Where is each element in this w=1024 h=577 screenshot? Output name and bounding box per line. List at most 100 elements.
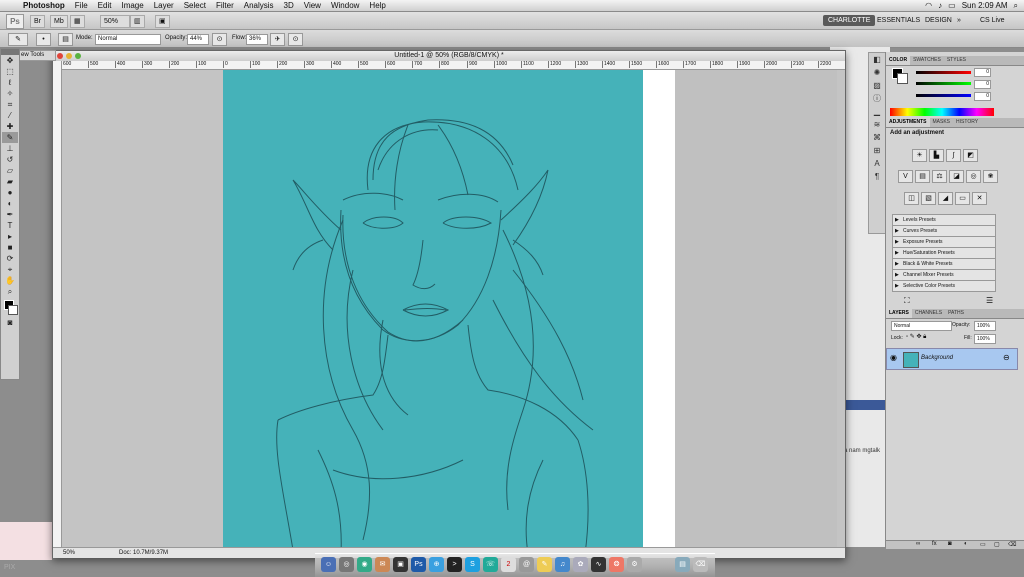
menu-edit[interactable]: Edit	[93, 0, 117, 11]
lasso-icon[interactable]: ℓ	[2, 77, 18, 88]
layer-row-background[interactable]: ◉ Background ⊖	[886, 348, 1018, 370]
zoom-level[interactable]: 50%	[100, 15, 130, 28]
menu-analysis[interactable]: Analysis	[239, 0, 279, 11]
menu-view[interactable]: View	[299, 0, 326, 11]
brush-panel-toggle[interactable]: ▤	[58, 33, 73, 46]
curves-icon[interactable]: ∫	[946, 149, 961, 162]
new-group-icon[interactable]: ▭	[980, 541, 986, 548]
safari-icon[interactable]: ⊕	[429, 557, 444, 572]
mail-icon[interactable]: ✉	[375, 557, 390, 572]
type-icon[interactable]: T	[2, 220, 18, 231]
photoshop-icon[interactable]: Ps	[411, 557, 426, 572]
eraser-icon[interactable]: ▱	[2, 165, 18, 176]
gradient-map-icon[interactable]: ▭	[955, 192, 970, 205]
trash-dock-icon[interactable]: ⌫	[693, 557, 708, 572]
brush-icon[interactable]: ✎	[8, 33, 28, 46]
calendar-icon[interactable]: 2	[501, 557, 516, 572]
tab-adjustments[interactable]: ADJUSTMENTS	[886, 118, 930, 127]
path-select-icon[interactable]: ▸	[2, 231, 18, 242]
tab-layers[interactable]: LAYERS	[886, 309, 912, 318]
slider-green[interactable]	[916, 82, 971, 85]
adjustment-options-icon[interactable]: ☰	[986, 296, 993, 305]
cs-live[interactable]: CS Live	[975, 15, 1010, 26]
zoom-tool-icon[interactable]: ⌕	[2, 286, 18, 297]
menu-help[interactable]: Help	[364, 0, 390, 11]
clock[interactable]: Sun 2:09 AM	[962, 1, 1008, 10]
paragraph-icon[interactable]: ¶	[869, 170, 885, 183]
menu-photoshop[interactable]: Photoshop	[18, 0, 70, 11]
activity-monitor-icon[interactable]: ∿	[591, 557, 606, 572]
airbrush-icon[interactable]: ✈	[270, 33, 285, 46]
layer-mask-icon[interactable]: ◙	[948, 541, 952, 547]
tab-paths[interactable]: PATHS	[945, 309, 967, 318]
brush-tool-icon[interactable]: ✎	[2, 132, 18, 143]
fill-field[interactable]: 100%	[974, 334, 996, 344]
menu-select[interactable]: Select	[179, 0, 211, 11]
zoom-icon[interactable]	[75, 53, 81, 59]
color-background-swatch[interactable]	[897, 73, 908, 84]
skype-icon[interactable]: S	[465, 557, 480, 572]
crop-icon[interactable]: ⌗	[2, 99, 18, 110]
exposure-icon[interactable]: ◩	[963, 149, 978, 162]
more-workspaces[interactable]: »	[952, 15, 966, 26]
quick-select-icon[interactable]: ✧	[2, 88, 18, 99]
swatches-icon[interactable]: ✺	[869, 66, 885, 79]
tab-swatches[interactable]: SWATCHES	[910, 56, 944, 65]
tool-presets-icon[interactable]: ⊞	[869, 144, 885, 157]
selective-color-icon[interactable]: ✕	[972, 192, 987, 205]
slider-red[interactable]	[916, 71, 971, 74]
volume-icon[interactable]: ♪	[938, 1, 942, 10]
value-green[interactable]: 0	[974, 80, 991, 89]
layer-style-icon[interactable]: fx	[932, 541, 937, 547]
layer-opacity-field[interactable]: 100%	[974, 321, 996, 331]
iphoto-icon[interactable]: ✿	[573, 557, 588, 572]
doc-size[interactable]: Doc: 10.7M/9.37M	[119, 548, 168, 558]
black-white-icon[interactable]: ◪	[949, 170, 964, 183]
link-layers-icon[interactable]: ∞	[916, 541, 920, 547]
background-color[interactable]	[8, 305, 18, 315]
status-zoom[interactable]: 50%	[63, 548, 75, 558]
menu-3d[interactable]: 3D	[279, 0, 299, 11]
pen-icon[interactable]: ✒	[2, 209, 18, 220]
clone-source-icon[interactable]: ⌘	[869, 131, 885, 144]
wifi-icon[interactable]: ◠	[925, 1, 932, 10]
histogram-icon[interactable]: ▁	[869, 105, 885, 118]
shape-icon[interactable]: ■	[2, 242, 18, 253]
screen-mode-icon[interactable]: ▣	[155, 15, 170, 28]
info-icon[interactable]: ⓘ	[869, 92, 885, 105]
eye-icon[interactable]: ◉	[890, 353, 897, 362]
gradient-icon[interactable]: ▰	[2, 176, 18, 187]
chrome-icon[interactable]: ◉	[357, 557, 372, 572]
invert-icon[interactable]: ◫	[904, 192, 919, 205]
applications-folder-icon[interactable]: ▤	[675, 557, 690, 572]
menu-layer[interactable]: Layer	[149, 0, 179, 11]
threshold-icon[interactable]: ◢	[938, 192, 953, 205]
arrange-icon[interactable]: ▦	[70, 15, 85, 28]
brushes-icon[interactable]: ≋	[869, 118, 885, 131]
workspace-essentials[interactable]: ESSENTIALS	[872, 15, 925, 26]
menu-image[interactable]: Image	[116, 0, 148, 11]
app-icon[interactable]: ▣	[393, 557, 408, 572]
hue-saturation-icon[interactable]: ▤	[915, 170, 930, 183]
menu-file[interactable]: File	[70, 0, 93, 11]
flow-field[interactable]: 36%	[246, 34, 268, 45]
channel-mixer-icon[interactable]: ❀	[983, 170, 998, 183]
new-adjustment-icon[interactable]: ◐	[964, 541, 968, 547]
history-brush-icon[interactable]: ↺	[2, 154, 18, 165]
character-icon[interactable]: A	[869, 157, 885, 170]
brightness-icon[interactable]: ☀	[912, 149, 927, 162]
tab-channels[interactable]: CHANNELS	[912, 309, 945, 318]
value-red[interactable]: 0	[974, 68, 991, 77]
quick-mask-icon[interactable]: ◙	[2, 317, 18, 328]
vibrance-icon[interactable]: V	[898, 170, 913, 183]
hand-icon[interactable]: ✋	[2, 275, 18, 286]
firefox-icon[interactable]: ❂	[609, 557, 624, 572]
posterize-icon[interactable]: ▧	[921, 192, 936, 205]
contacts-icon[interactable]: @	[519, 557, 534, 572]
3d-rotate-icon[interactable]: ⟳	[2, 253, 18, 264]
3d-camera-icon[interactable]: ⌖	[2, 264, 18, 275]
move-icon[interactable]: ✥	[2, 55, 18, 66]
finder-icon[interactable]: ☺	[321, 557, 336, 572]
levels-icon[interactable]: ▙	[929, 149, 944, 162]
minimize-icon[interactable]	[66, 53, 72, 59]
